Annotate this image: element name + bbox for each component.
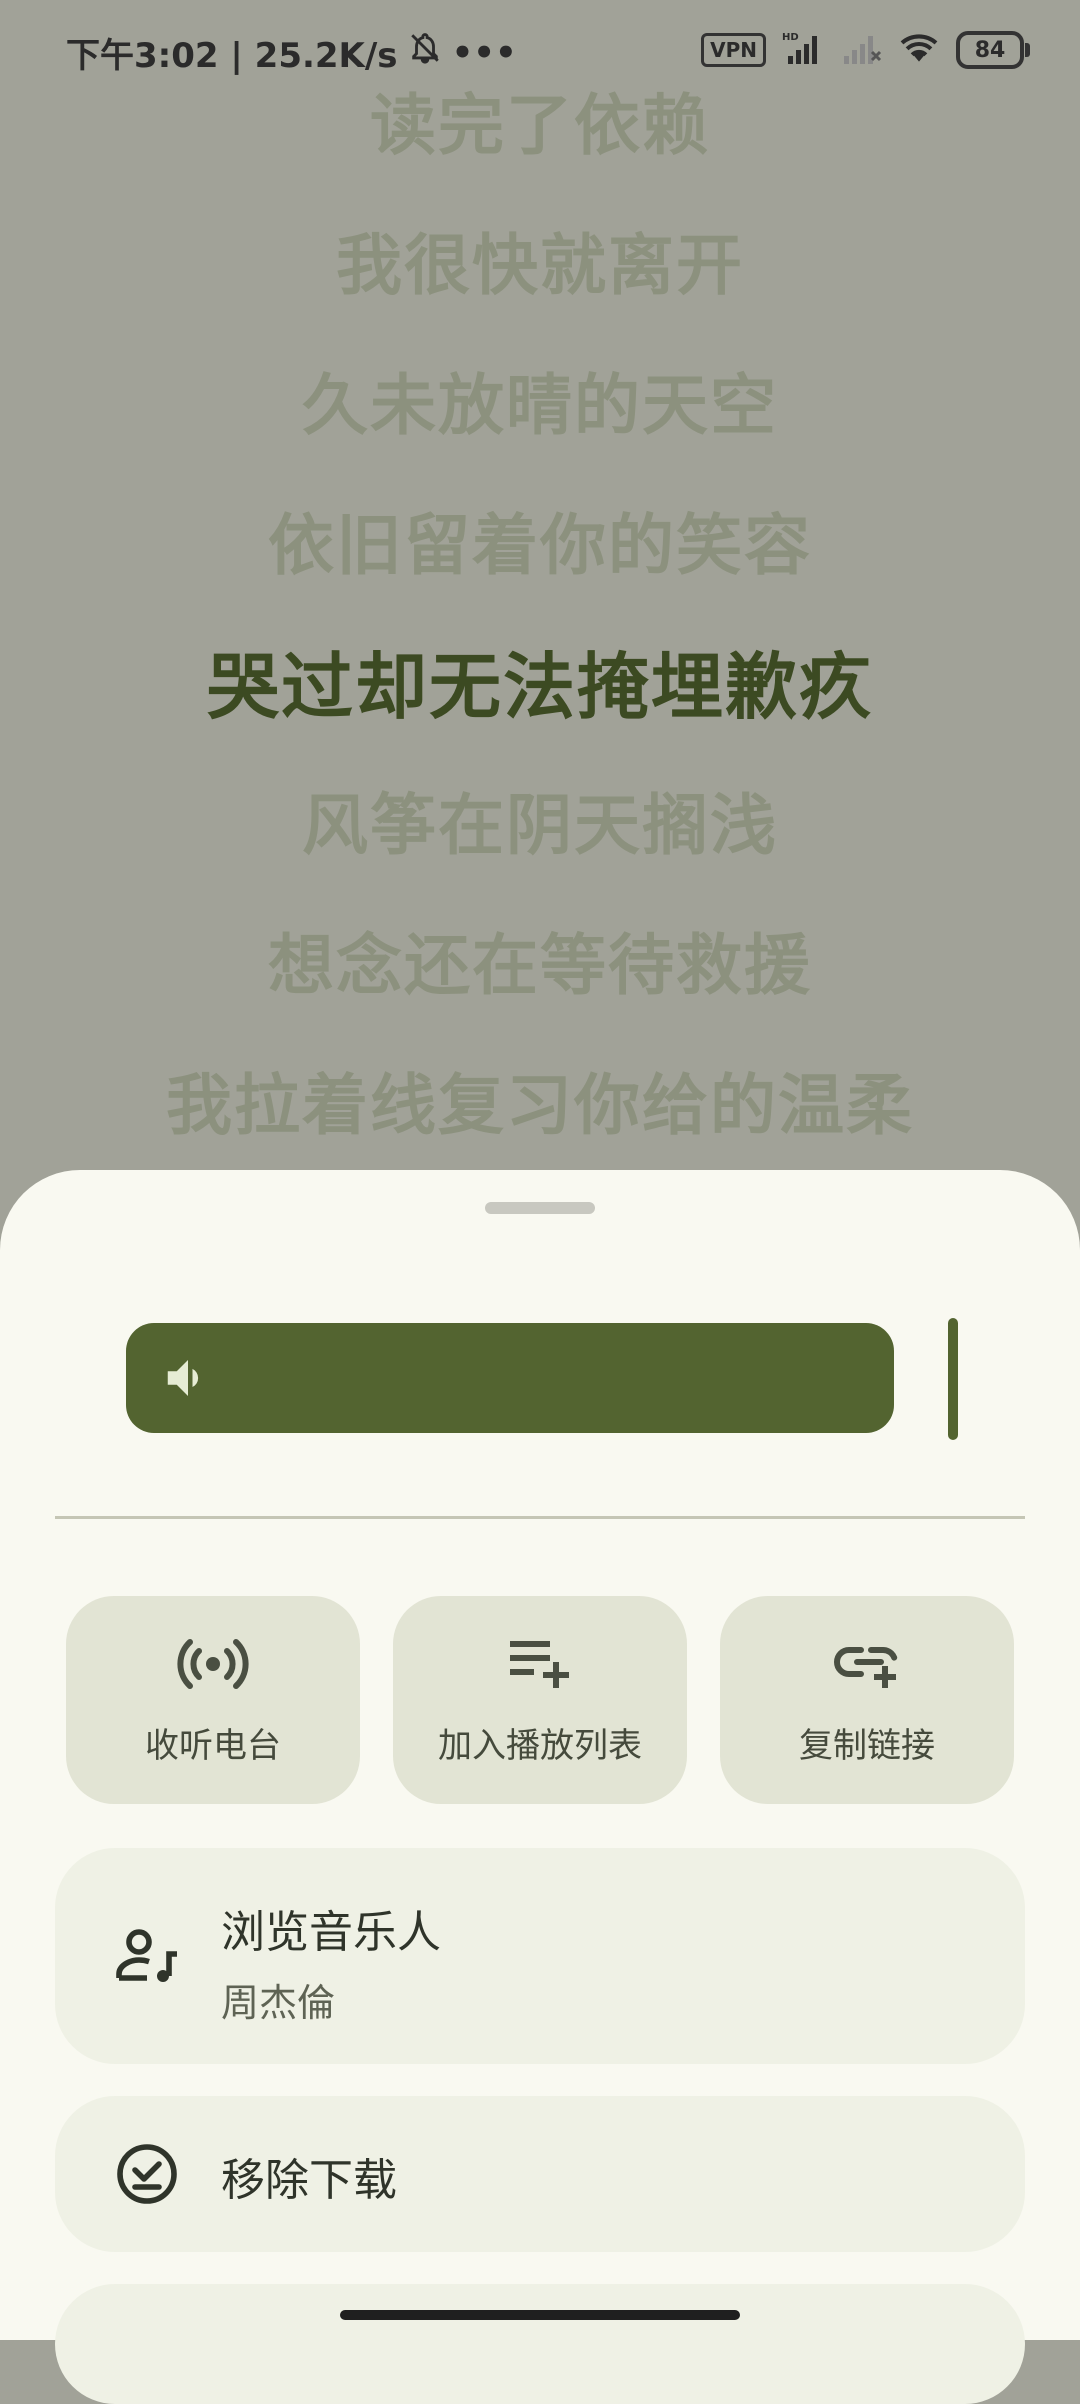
time-speed-text: 下午3:02 | 25.2K/s bbox=[66, 36, 398, 76]
signal-hd-icon: HD bbox=[782, 30, 826, 70]
copy-link-label: 复制链接 bbox=[799, 1725, 935, 1766]
status-left: 下午3:02 | 25.2K/s ••• bbox=[66, 28, 517, 77]
lyric-line[interactable]: 想念还在等待救援 bbox=[0, 912, 1080, 1008]
lyric-line[interactable]: 我拉着线复习你给的温柔 bbox=[0, 1052, 1080, 1148]
battery-indicator: 84 bbox=[956, 31, 1030, 69]
radio-icon bbox=[177, 1634, 249, 1694]
remove-download-row[interactable]: 移除下载 bbox=[55, 2096, 1025, 2252]
lyric-line[interactable]: 久未放晴的天空 bbox=[0, 352, 1080, 448]
download-done-icon bbox=[117, 2144, 177, 2204]
listen-radio-button[interactable]: 收听电台 bbox=[66, 1596, 360, 1804]
playlist-add-icon bbox=[504, 1634, 576, 1694]
add-to-playlist-label: 加入播放列表 bbox=[438, 1725, 642, 1766]
lyric-line[interactable]: 读完了依赖 bbox=[0, 72, 1080, 168]
lyric-line-active[interactable]: 哭过却无法掩埋歉疚 bbox=[0, 628, 1080, 733]
next-option-row[interactable] bbox=[55, 2284, 1025, 2404]
wifi-icon bbox=[898, 31, 940, 69]
mute-bell-icon bbox=[408, 31, 442, 74]
copy-link-button[interactable]: 复制链接 bbox=[720, 1596, 1014, 1804]
signal-empty-icon bbox=[842, 30, 882, 70]
lyric-line[interactable]: 我很快就离开 bbox=[0, 212, 1080, 308]
artist-icon bbox=[116, 1929, 177, 1982]
vpn-badge: VPN bbox=[701, 33, 766, 67]
hd-label: HD bbox=[782, 32, 799, 43]
divider bbox=[55, 1516, 1025, 1519]
lyric-line[interactable]: 依旧留着你的笑容 bbox=[0, 492, 1080, 588]
more-dots-text: ••• bbox=[451, 32, 517, 73]
gesture-bar[interactable] bbox=[340, 2310, 740, 2320]
add-to-playlist-button[interactable]: 加入播放列表 bbox=[393, 1596, 687, 1804]
link-add-icon bbox=[831, 1634, 903, 1694]
browse-artist-row[interactable]: 浏览音乐人 周杰倫 bbox=[55, 1848, 1025, 2064]
lyric-line[interactable]: 风筝在阴天搁浅 bbox=[0, 772, 1080, 868]
drag-handle[interactable] bbox=[485, 1202, 595, 1214]
status-right: VPN HD 84 bbox=[701, 30, 1030, 70]
volume-slider[interactable] bbox=[126, 1323, 894, 1433]
volume-icon bbox=[167, 1360, 199, 1396]
artist-name: 周杰倫 bbox=[221, 1981, 336, 2025]
listen-radio-label: 收听电台 bbox=[145, 1725, 281, 1766]
bottom-sheet: 收听电台 加入播放列表 复制链接 浏览音乐人 周杰倫 移除下载 bbox=[0, 1170, 1080, 2404]
volume-slider-handle[interactable] bbox=[948, 1318, 958, 1440]
remove-download-title: 移除下载 bbox=[221, 2155, 397, 2206]
browse-artist-title: 浏览音乐人 bbox=[221, 1907, 441, 1958]
